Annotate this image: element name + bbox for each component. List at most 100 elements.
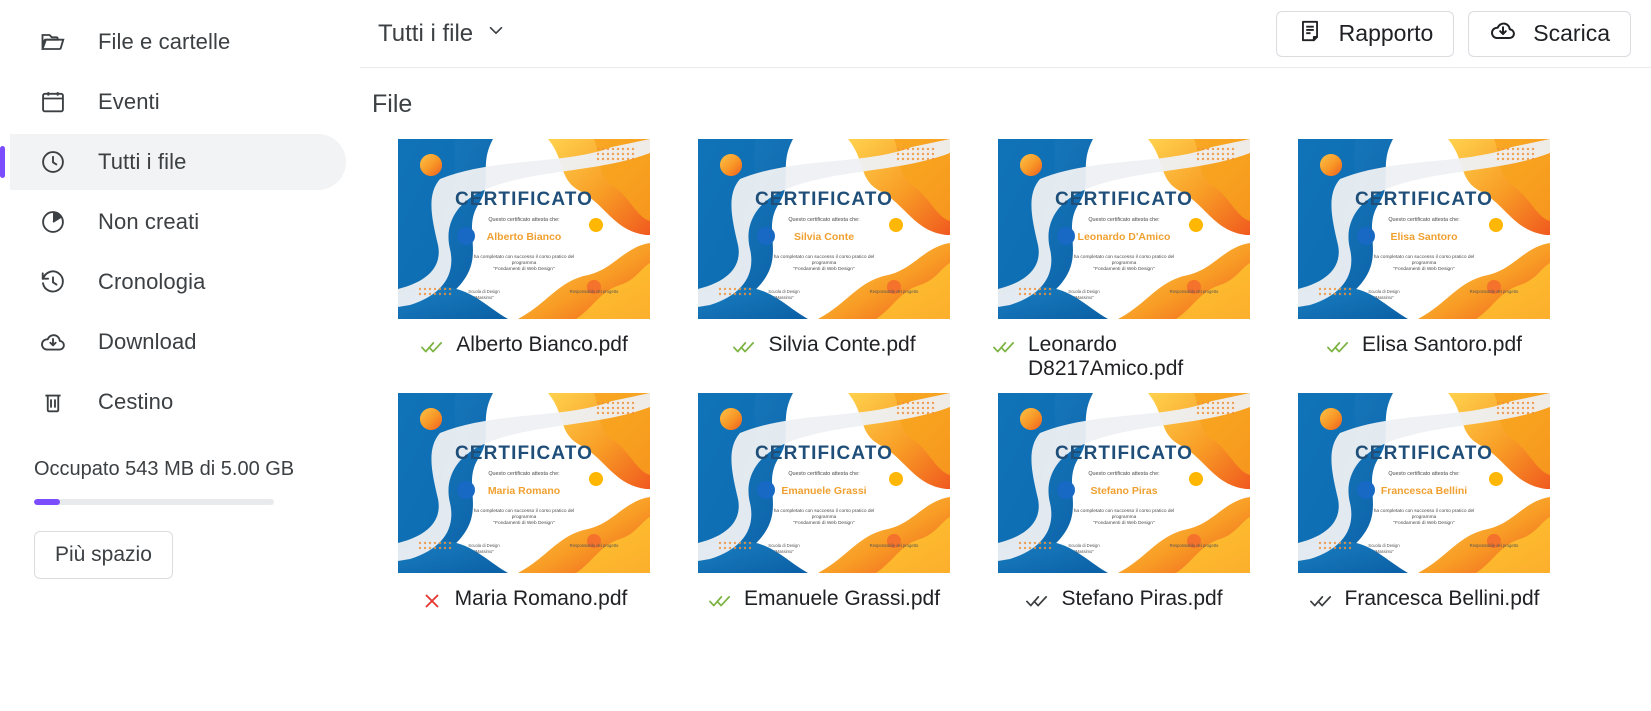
file-label-row: Stefano Piras.pdf	[974, 587, 1274, 617]
file-thumbnail[interactable]: CERTIFICATO Questo certificato attesta c…	[1298, 393, 1550, 573]
file-card[interactable]: CERTIFICATO Questo certificato attesta c…	[674, 139, 974, 381]
svg-text:Questo certificato attesta che: Questo certificato attesta che:	[1388, 217, 1459, 223]
svg-text:ha completato con successo il: ha completato con successo il corso prat…	[474, 508, 575, 514]
file-name: Francesca Bellini.pdf	[1344, 587, 1540, 610]
svg-text:Leonardo D'Amico: Leonardo D'Amico	[1078, 231, 1171, 243]
status-double-check-icon	[708, 590, 732, 617]
svg-text:ha completato con successo il: ha completato con successo il corso prat…	[1074, 508, 1175, 514]
svg-text:programma: programma	[1412, 514, 1437, 520]
chevron-down-icon	[485, 19, 507, 48]
sidebar-item-cronologia[interactable]: Cronologia	[10, 254, 346, 310]
file-card[interactable]: CERTIFICATO Questo certificato attesta c…	[974, 393, 1274, 617]
file-filter-dropdown[interactable]: Tutti i file	[370, 15, 515, 52]
storage-progress-bar	[34, 499, 274, 505]
status-double-check-icon	[1309, 590, 1333, 617]
svg-text:ha completato con successo il: ha completato con successo il corso prat…	[1074, 254, 1175, 260]
download-button[interactable]: Scarica	[1468, 10, 1631, 57]
svg-text:Scuola di Design: Scuola di Design	[468, 289, 500, 294]
sidebar-item-non-creati[interactable]: Non creati	[10, 194, 346, 250]
status-double-check-icon	[420, 336, 444, 363]
svg-text:"Massimo": "Massimo"	[1074, 295, 1094, 300]
sidebar-item-file-e-cartelle[interactable]: File e cartelle	[10, 14, 346, 70]
svg-text:"Fondamenti di Web Design": "Fondamenti di Web Design"	[793, 266, 854, 272]
svg-text:"Massimo": "Massimo"	[474, 549, 494, 554]
report-button[interactable]: Rapporto	[1275, 10, 1455, 57]
file-label-row: Maria Romano.pdf	[374, 587, 674, 617]
file-label-row: Francesca Bellini.pdf	[1274, 587, 1574, 617]
cloud-download-icon	[1489, 17, 1517, 51]
svg-text:Scuola di Design: Scuola di Design	[1068, 289, 1100, 294]
sidebar-item-cestino[interactable]: Cestino	[10, 374, 346, 430]
svg-text:Questo certificato attesta che: Questo certificato attesta che:	[488, 471, 559, 477]
file-filter-label: Tutti i file	[378, 19, 474, 47]
svg-text:Questo certificato attesta che: Questo certificato attesta che:	[1088, 471, 1159, 477]
svg-text:"Fondamenti di Web Design": "Fondamenti di Web Design"	[493, 520, 554, 526]
sidebar-item-label: Non creati	[98, 209, 200, 234]
svg-text:"Fondamenti di Web Design": "Fondamenti di Web Design"	[793, 520, 854, 526]
pie-chart-icon	[38, 207, 68, 237]
svg-text:"Fondamenti di Web Design": "Fondamenti di Web Design"	[493, 266, 554, 272]
file-grid: CERTIFICATO Questo certificato attesta c…	[360, 119, 1651, 617]
more-space-button[interactable]: Più spazio	[34, 531, 173, 579]
cloud-download-icon	[38, 327, 68, 357]
svg-text:Alberto Bianco: Alberto Bianco	[487, 231, 562, 243]
clock-icon	[38, 147, 68, 177]
sidebar-item-tutti-i-file[interactable]: Tutti i file	[0, 134, 346, 190]
svg-text:Scuola di Design: Scuola di Design	[768, 289, 800, 294]
svg-text:Scuola di Design: Scuola di Design	[1068, 543, 1100, 548]
svg-text:ha completato con successo il: ha completato con successo il corso prat…	[774, 254, 875, 260]
svg-text:CERTIFICATO: CERTIFICATO	[455, 443, 593, 464]
svg-text:CERTIFICATO: CERTIFICATO	[1055, 443, 1193, 464]
sidebar-item-download[interactable]: Download	[10, 314, 346, 370]
file-name: Alberto Bianco.pdf	[456, 333, 628, 356]
svg-text:programma: programma	[812, 514, 837, 520]
sidebar-item-label: Cestino	[98, 389, 174, 414]
svg-text:Questo certificato attesta che: Questo certificato attesta che:	[488, 217, 559, 223]
main-content: Tutti i file Rapporto Scarica File CERTI…	[360, 0, 1651, 711]
storage-section: Occupato 543 MB di 5.00 GB Più spazio	[0, 458, 360, 579]
sidebar: File e cartelle Eventi Tutti i file Non …	[0, 0, 360, 711]
svg-text:"Fondamenti di Web Design": "Fondamenti di Web Design"	[1393, 266, 1454, 272]
file-card[interactable]: CERTIFICATO Questo certificato attesta c…	[974, 139, 1274, 381]
file-thumbnail[interactable]: CERTIFICATO Questo certificato attesta c…	[1298, 139, 1550, 319]
file-thumbnail[interactable]: CERTIFICATO Questo certificato attesta c…	[998, 139, 1250, 319]
svg-text:"Fondamenti di Web Design": "Fondamenti di Web Design"	[1093, 520, 1154, 526]
status-cross-icon	[421, 590, 443, 617]
svg-text:Maria Romano: Maria Romano	[488, 485, 560, 497]
svg-text:programma: programma	[1412, 260, 1437, 266]
svg-text:programma: programma	[812, 260, 837, 266]
status-double-check-icon	[1025, 590, 1049, 617]
svg-text:Scuola di Design: Scuola di Design	[1368, 543, 1400, 548]
file-thumbnail[interactable]: CERTIFICATO Questo certificato attesta c…	[998, 393, 1250, 573]
file-thumbnail[interactable]: CERTIFICATO Questo certificato attesta c…	[398, 393, 650, 573]
file-card[interactable]: CERTIFICATO Questo certificato attesta c…	[1274, 139, 1574, 381]
sidebar-item-label: File e cartelle	[98, 29, 231, 54]
file-label-row: Emanuele Grassi.pdf	[674, 587, 974, 617]
file-card[interactable]: CERTIFICATO Questo certificato attesta c…	[374, 393, 674, 617]
svg-text:CERTIFICATO: CERTIFICATO	[1355, 189, 1493, 210]
svg-text:programma: programma	[512, 260, 537, 266]
svg-text:Scuola di Design: Scuola di Design	[768, 543, 800, 548]
file-card[interactable]: CERTIFICATO Questo certificato attesta c…	[1274, 393, 1574, 617]
svg-text:CERTIFICATO: CERTIFICATO	[455, 189, 593, 210]
file-thumbnail[interactable]: CERTIFICATO Questo certificato attesta c…	[698, 139, 950, 319]
svg-text:Emanuele Grassi: Emanuele Grassi	[781, 485, 866, 497]
svg-text:"Fondamenti di Web Design": "Fondamenti di Web Design"	[1093, 266, 1154, 272]
svg-text:"Fondamenti di Web Design": "Fondamenti di Web Design"	[1393, 520, 1454, 526]
storage-usage-text: Occupato 543 MB di 5.00 GB	[34, 458, 295, 480]
svg-text:ha completato con successo il: ha completato con successo il corso prat…	[1374, 254, 1475, 260]
sidebar-item-label: Cronologia	[98, 269, 206, 294]
file-name: Leonardo D8217Amico.pdf	[1028, 333, 1184, 380]
file-thumbnail[interactable]: CERTIFICATO Questo certificato attesta c…	[398, 139, 650, 319]
svg-text:"Massimo": "Massimo"	[774, 295, 794, 300]
sidebar-item-eventi[interactable]: Eventi	[10, 74, 346, 130]
svg-text:Questo certificato attesta che: Questo certificato attesta che:	[1388, 471, 1459, 477]
file-thumbnail[interactable]: CERTIFICATO Questo certificato attesta c…	[698, 393, 950, 573]
file-card[interactable]: CERTIFICATO Questo certificato attesta c…	[374, 139, 674, 381]
svg-text:Stefano Piras: Stefano Piras	[1090, 485, 1157, 497]
file-label-row: Silvia Conte.pdf	[674, 333, 974, 363]
file-card[interactable]: CERTIFICATO Questo certificato attesta c…	[674, 393, 974, 617]
svg-text:Questo certificato attesta che: Questo certificato attesta che:	[1088, 217, 1159, 223]
file-label-row: Elisa Santoro.pdf	[1274, 333, 1574, 363]
svg-text:Responsabile del progetto: Responsabile del progetto	[570, 289, 619, 294]
